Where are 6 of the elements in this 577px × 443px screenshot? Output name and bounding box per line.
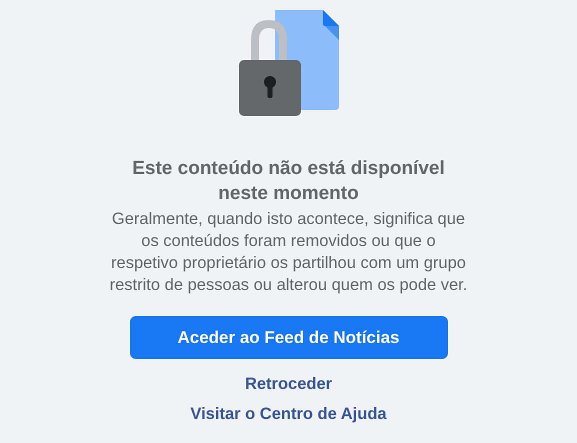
heading: Este conteúdo não está disponível neste momento (131, 157, 446, 206)
locked-document-icon (238, 10, 338, 118)
news-feed-button[interactable]: Aceder ao Feed de Notícias (130, 316, 448, 359)
message: Geralmente, quando isto acontece, significa que os conteúdos foram removidos ou que o respetivo proprietário os partilhou com um grupo restrito de pessoas ou alterou quem os pode ver. (108, 209, 468, 296)
link[interactable]: Retroceder (244, 373, 332, 395)
link[interactable]: Visitar o Centro de Ajuda (190, 403, 387, 425)
